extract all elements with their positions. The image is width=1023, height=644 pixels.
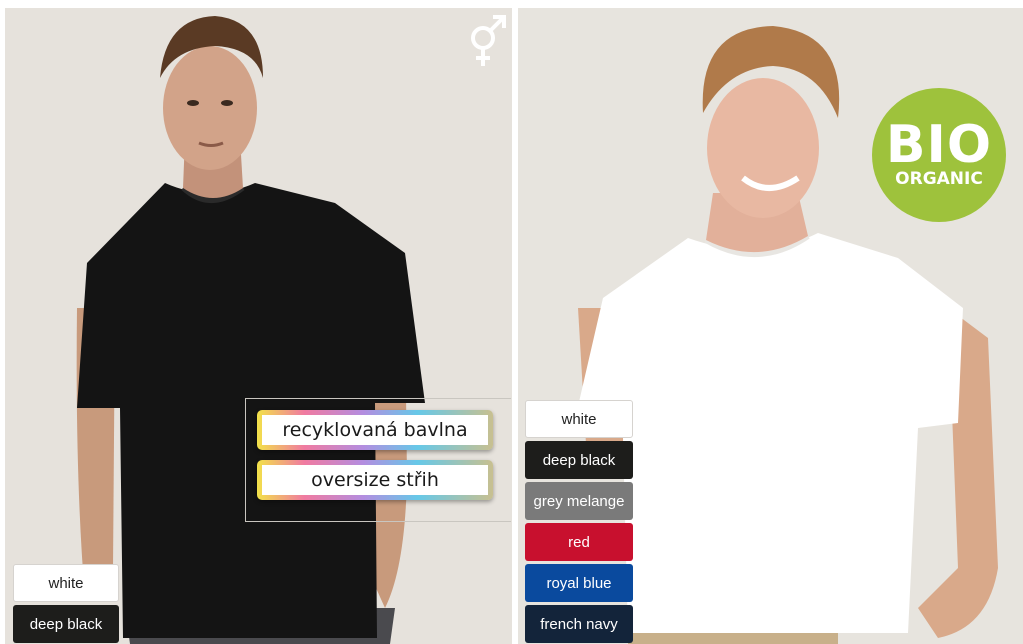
bio-organic-badge: BIO ORGANIC [872, 88, 1006, 222]
product-panel-right: BIO ORGANIC white deep black grey melang… [518, 8, 1023, 644]
color-swatch-red[interactable]: red [525, 523, 633, 561]
feature-tag-oversize-cut: oversize střih [257, 460, 493, 500]
feature-tag-recycled-cotton: recyklovaná bavlna [257, 410, 493, 450]
badge-sub-text: ORGANIC [895, 169, 983, 189]
product-panel-left: recyklovaná bavlna oversize střih white … [5, 8, 512, 644]
color-swatch-deep-black[interactable]: deep black [13, 605, 119, 643]
model-photo-black-tshirt [5, 8, 512, 644]
badge-main-text: BIO [885, 115, 993, 175]
color-swatch-deep-black[interactable]: deep black [525, 441, 633, 479]
unisex-gender-icon [465, 12, 509, 68]
color-swatch-white[interactable]: white [525, 400, 633, 438]
color-swatch-royal-blue[interactable]: royal blue [525, 564, 633, 602]
color-swatch-grey-melange[interactable]: grey melange [525, 482, 633, 520]
color-swatch-french-navy[interactable]: french navy [525, 605, 633, 643]
color-swatch-white[interactable]: white [13, 564, 119, 602]
